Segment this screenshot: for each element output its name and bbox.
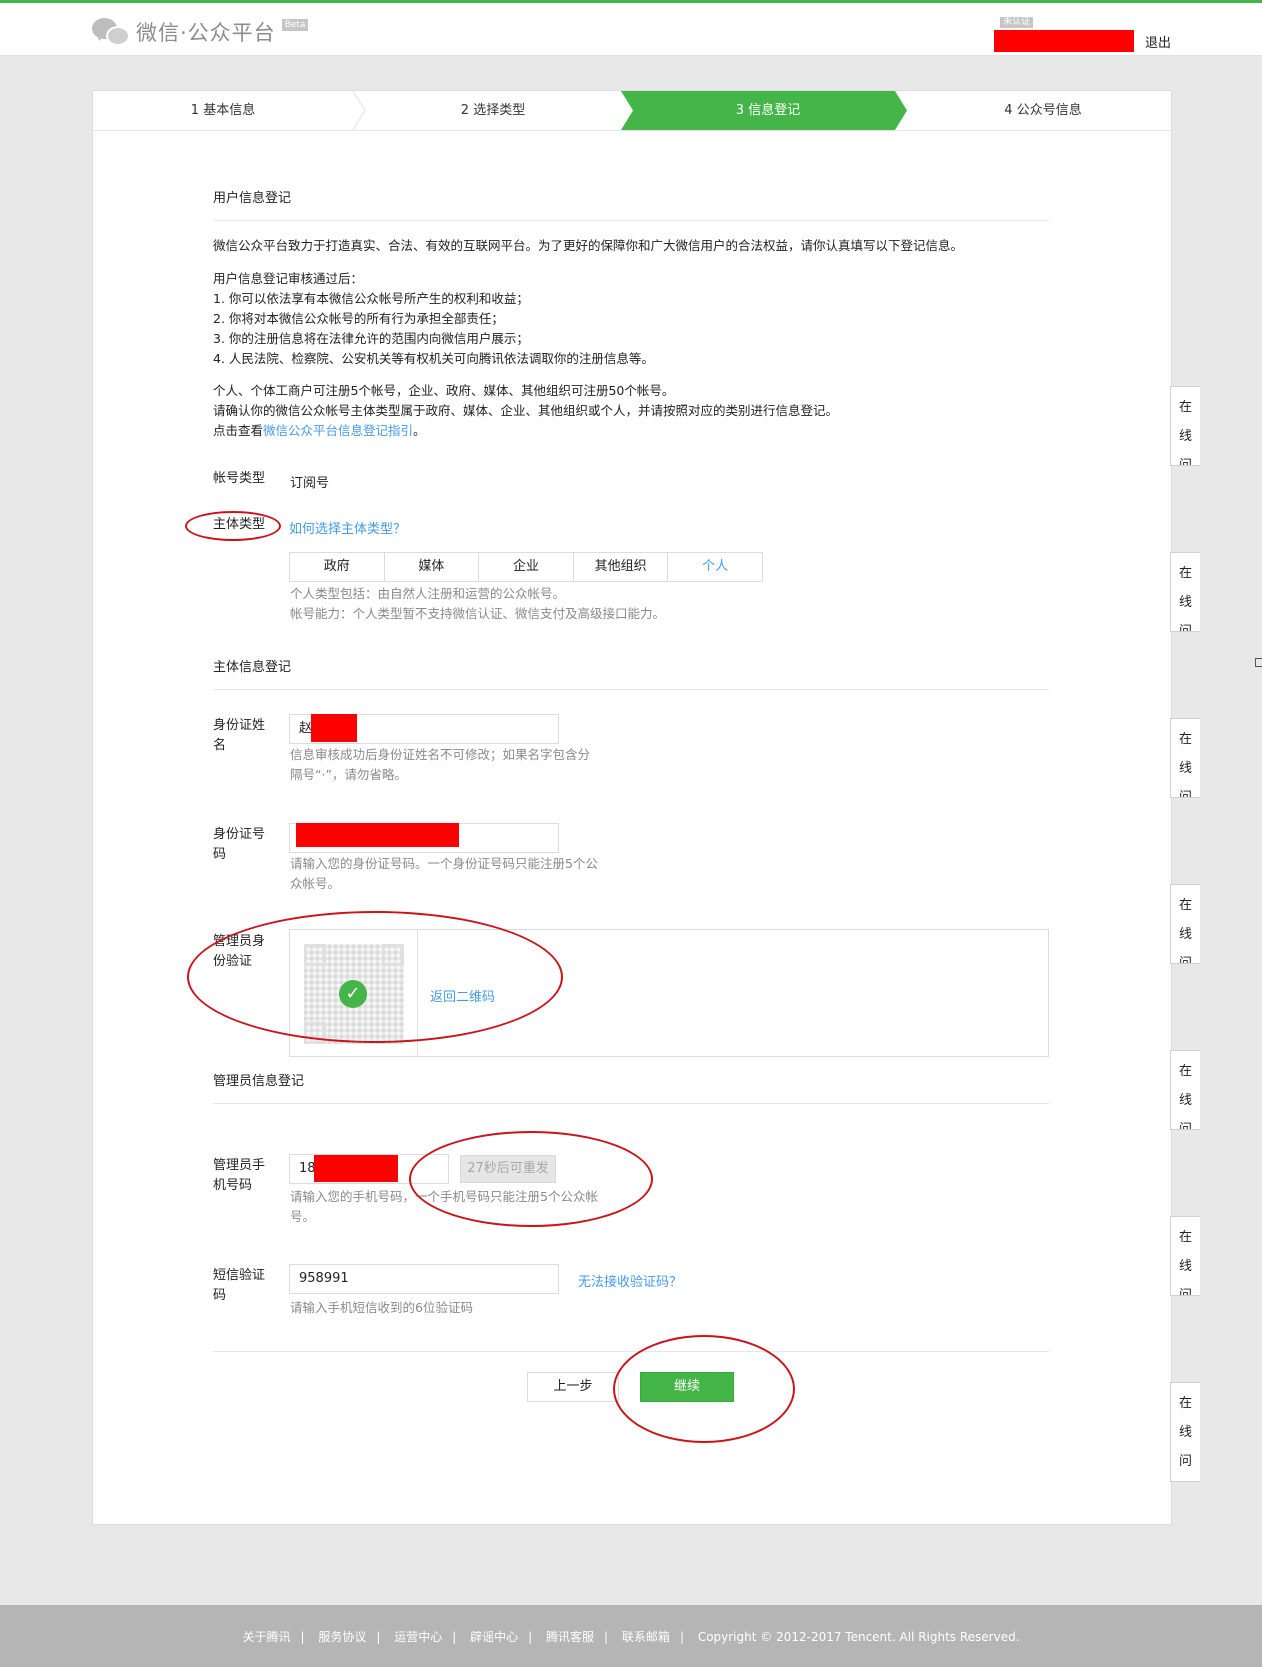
footer-link-service-agreement[interactable]: 服务协议 bbox=[318, 1630, 366, 1644]
redacted-account-name bbox=[994, 30, 1134, 52]
id-number-label: 身份证号码 bbox=[213, 827, 266, 862]
id-name-hint: 隔号“·”，请勿省略。 bbox=[290, 767, 407, 782]
verified-check-icon: ✓ bbox=[339, 980, 367, 1008]
online-qa-tab[interactable]: 在线问答 bbox=[1170, 1050, 1200, 1130]
online-qa-tab[interactable]: 在线问答 bbox=[1170, 1382, 1200, 1482]
logout-link[interactable]: 退出 bbox=[1145, 32, 1171, 51]
registration-guide-link[interactable]: 微信公众平台信息登记指引 bbox=[263, 423, 413, 438]
section-title-subject-info: 主体信息登记 bbox=[213, 656, 1049, 690]
previous-step-button[interactable]: 上一步 bbox=[527, 1372, 619, 1402]
sms-code-hint: 请输入手机短信收到的6位验证码 bbox=[290, 1300, 473, 1315]
step-select-type: 2 选择类型 bbox=[460, 103, 526, 118]
side-edge-marker bbox=[1255, 658, 1262, 667]
subject-option-individual[interactable]: 个人 bbox=[668, 553, 762, 581]
subject-type-label: 主体类型 bbox=[213, 517, 266, 532]
redacted-id-name bbox=[311, 714, 357, 742]
rights-item: 1. 你可以依法享有本微信公众帐号所产生的权利和收益； bbox=[213, 291, 529, 306]
type-confirm-note: 请确认你的微信公众帐号主体类型属于政府、媒体、企业、其他组织或个人，并请按照对应… bbox=[213, 403, 839, 418]
actions-divider bbox=[213, 1351, 1049, 1352]
step-progress-bar: 1 基本信息 2 选择类型 3 信息登记 4 公众号信息 bbox=[93, 91, 1171, 131]
sms-code-input[interactable]: 958991 bbox=[289, 1264, 559, 1294]
subject-option-enterprise[interactable]: 企业 bbox=[479, 553, 574, 581]
guide-prefix: 点击查看 bbox=[213, 423, 264, 438]
account-capability-hint: 帐号能力：个人类型暂不支持微信认证、微信支付及高级接口能力。 bbox=[290, 606, 666, 621]
subject-option-government[interactable]: 政府 bbox=[290, 553, 385, 581]
admin-verify-label: 管理员身 份验证 bbox=[213, 934, 266, 969]
admin-phone-label: 管理员手 机号码 bbox=[213, 1158, 266, 1193]
guide-suffix: 。 bbox=[413, 423, 426, 438]
footer: 关于腾讯 | 服务协议 | 运营中心 | 辟谣中心 | 腾讯客服 | 联系邮箱 | Copy… bbox=[0, 1605, 1262, 1667]
redacted-phone-number bbox=[314, 1155, 398, 1182]
id-number-hint: 众帐号。 bbox=[290, 876, 341, 891]
qr-code-area: ✓ bbox=[290, 930, 418, 1056]
account-type-label: 帐号类型 bbox=[213, 471, 266, 486]
subject-option-media[interactable]: 媒体 bbox=[384, 553, 480, 581]
id-name-label: 身份证姓名 bbox=[213, 718, 266, 753]
step-info-registration: 3 信息登记 bbox=[735, 103, 801, 118]
online-qa-tab[interactable]: 在线问答 bbox=[1170, 884, 1200, 964]
footer-link-contact-email[interactable]: 联系邮箱 bbox=[622, 1630, 670, 1644]
sms-code-label: 短信验证码 bbox=[213, 1268, 266, 1303]
footer-link-rumor-center[interactable]: 辟谣中心 bbox=[470, 1630, 518, 1644]
wechat-logo[interactable]: 微信·公众平台 Beta bbox=[92, 16, 309, 48]
step-account-info: 4 公众号信息 bbox=[1004, 103, 1082, 118]
online-qa-tab[interactable]: 在线问答 bbox=[1170, 552, 1200, 632]
admin-verify-box: ✓ 返回二维码 bbox=[289, 929, 1049, 1057]
rights-item: 3. 你的注册信息将在法律允许的范围内向微信用户展示； bbox=[213, 331, 529, 346]
account-type-value: 订阅号 bbox=[290, 476, 330, 491]
subject-option-other-org[interactable]: 其他组织 bbox=[573, 553, 669, 581]
phone-hint: 号。 bbox=[290, 1209, 316, 1224]
individual-type-hint: 个人类型包括：由自然人注册和运营的公众帐号。 bbox=[290, 586, 566, 601]
account-limit-note: 个人、个体工商户可注册5个帐号，企业、政府、媒体、其他组织可注册50个帐号。 bbox=[213, 383, 675, 398]
intro-text: 微信公众平台致力于打造真实、合法、有效的互联网平台。为了更好的保障你和广大微信用… bbox=[213, 238, 964, 253]
unverified-badge: 未认证 bbox=[1000, 17, 1034, 28]
redacted-id-number bbox=[296, 823, 459, 847]
beta-badge: Beta bbox=[281, 19, 309, 31]
online-qa-tab[interactable]: 在线问答 bbox=[1170, 1216, 1200, 1296]
section-title-admin-info: 管理员信息登记 bbox=[213, 1070, 1049, 1104]
continue-button[interactable]: 继续 bbox=[640, 1372, 734, 1402]
online-qa-tab[interactable]: 在线问答 bbox=[1170, 718, 1200, 798]
resend-code-button[interactable]: 27秒后可重发 bbox=[460, 1155, 556, 1183]
section-title-user-info: 用户信息登记 bbox=[213, 187, 1049, 221]
footer-link-operations-center[interactable]: 运营中心 bbox=[394, 1630, 442, 1644]
after-approval-title: 用户信息登记审核通过后： bbox=[213, 271, 364, 286]
rights-item: 4. 人民法院、检察院、公安机关等有权机关可向腾讯依法调取你的注册信息等。 bbox=[213, 351, 654, 366]
footer-links: 关于腾讯 | 服务协议 | 运营中心 | 辟谣中心 | 腾讯客服 | 联系邮箱 | Copy… bbox=[242, 1630, 1020, 1644]
id-name-hint: 信息审核成功后身份证姓名不可修改；如果名字包含分 bbox=[290, 747, 591, 762]
id-number-hint: 请输入您的身份证号码。一个身份证号码只能注册5个公 bbox=[290, 856, 598, 871]
phone-hint: 请输入您的手机号码，一个手机号码只能注册5个公众帐 bbox=[290, 1189, 598, 1204]
brand-title: 微信·公众平台 bbox=[136, 21, 276, 45]
footer-link-customer-service[interactable]: 腾讯客服 bbox=[546, 1630, 594, 1644]
rights-item: 2. 你将对本微信公众帐号的所有行为承担全部责任； bbox=[213, 311, 504, 326]
guide-line: 点击查看微信公众平台信息登记指引。 bbox=[213, 421, 426, 441]
wechat-bubble-icon bbox=[92, 16, 132, 48]
online-qa-tab[interactable]: 在线问答 bbox=[1170, 386, 1200, 466]
subject-type-selector: 政府 媒体 企业 其他组织 个人 bbox=[289, 552, 763, 582]
registration-card: 1 基本信息 2 选择类型 3 信息登记 4 公众号信息 用户信息登记 微信公众… bbox=[92, 90, 1172, 1525]
back-to-qr-link[interactable]: 返回二维码 bbox=[430, 986, 495, 1005]
footer-link-about[interactable]: 关于腾讯 bbox=[242, 1630, 290, 1644]
cannot-receive-code-link[interactable]: 无法接收验证码？ bbox=[578, 1271, 682, 1290]
step-basic-info: 1 基本信息 bbox=[190, 103, 256, 118]
footer-copyright: Copyright © 2012-2017 Tencent. All Right… bbox=[697, 1630, 1020, 1644]
how-to-choose-subject-link[interactable]: 如何选择主体类型？ bbox=[289, 518, 406, 537]
top-header: 微信·公众平台 Beta 未认证 退出 bbox=[0, 0, 1262, 56]
